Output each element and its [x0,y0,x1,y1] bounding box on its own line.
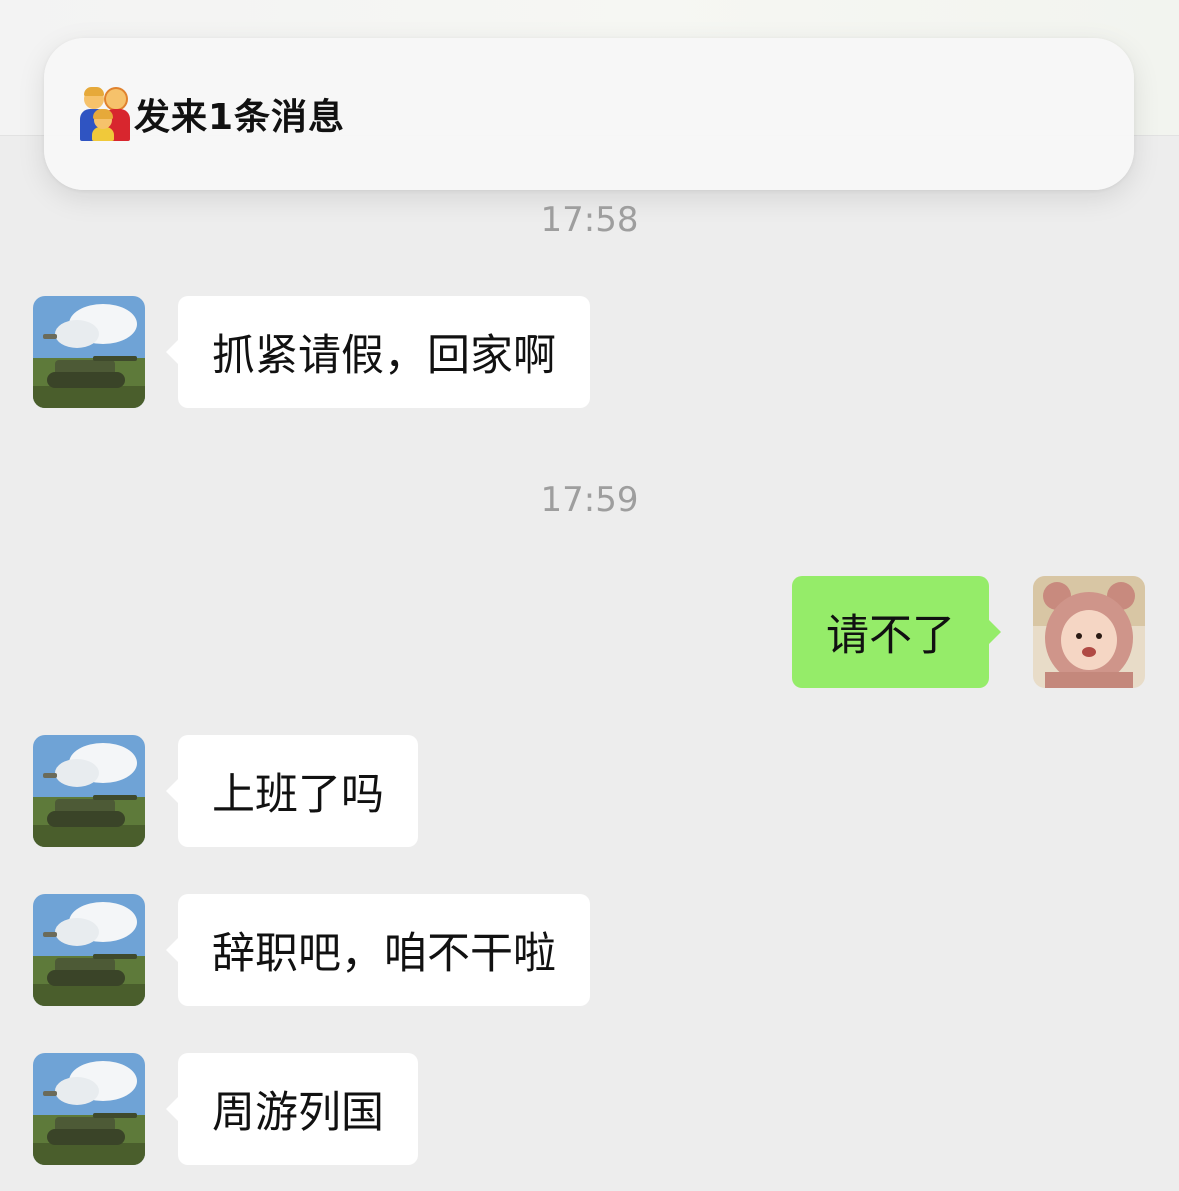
message-text: 请不了 [826,611,955,661]
timestamp: 17:58 [540,200,639,240]
tank-avatar-icon[interactable] [33,296,145,408]
message-text: 周游列国 [212,1088,384,1138]
tank-avatar-icon[interactable] [33,894,145,1006]
tank-avatar-icon[interactable] [33,1053,145,1165]
child-bear-hood-avatar-icon[interactable] [1033,576,1145,688]
message-bubble[interactable]: 辞职吧，咱不干啦 [166,894,590,1006]
message-bubble[interactable]: 抓紧请假，回家啊 [166,296,590,408]
message-bubble[interactable]: 周游列国 [166,1053,418,1165]
timestamp: 17:59 [540,480,639,520]
family-emoji-icon [80,87,130,141]
message-bubble-outgoing[interactable]: 请不了 [792,576,1001,688]
message-bubble[interactable]: 上班了吗 [166,735,418,847]
message-text: 抓紧请假，回家啊 [212,331,556,381]
tank-avatar-icon[interactable] [33,735,145,847]
notification-banner[interactable]: 发来1条消息 [44,38,1134,190]
notification-text: 发来1条消息 [134,97,346,138]
message-text: 上班了吗 [212,770,384,820]
message-text: 辞职吧，咱不干啦 [212,929,556,979]
